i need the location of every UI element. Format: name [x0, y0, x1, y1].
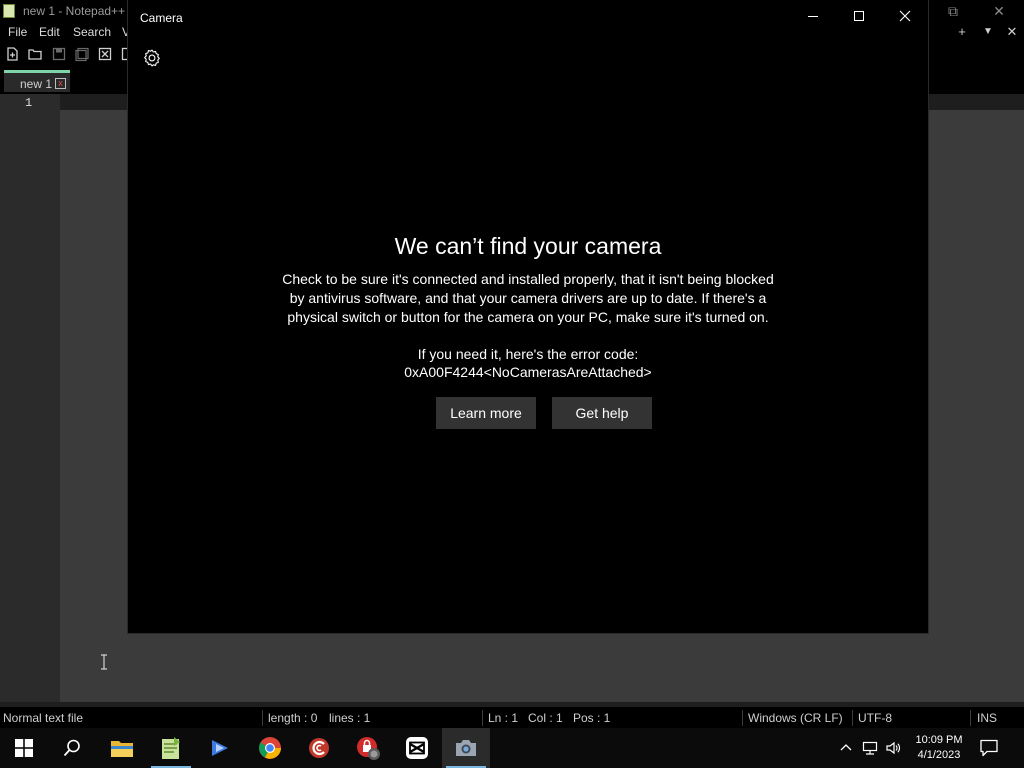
start-button[interactable] [0, 728, 48, 768]
notepad-plus-plus-button[interactable] [147, 728, 195, 768]
show-hidden-icons-chevron-up-icon[interactable] [838, 740, 854, 756]
search-icon [63, 739, 80, 757]
tab-label: new 1 [20, 77, 53, 91]
status-insert-mode: INS [977, 711, 998, 725]
status-divider [482, 710, 483, 726]
error-code-label: If you need it, here's the error code: [417, 346, 639, 362]
menu-edit[interactable]: Edit [39, 25, 60, 39]
chrome-button[interactable] [246, 728, 294, 768]
status-encoding: UTF-8 [858, 711, 892, 725]
error-code: 0xA00F4244<NoCamerasAreAttached> [404, 364, 652, 380]
camera-error-body: Check to be sure it's connected and inst… [282, 271, 774, 325]
menu-search[interactable]: Search [73, 25, 111, 39]
status-eol: Windows (CR LF) [748, 711, 843, 725]
camera-window: Camera We can’t find your camera Check t… [128, 0, 928, 633]
camera-error-message: We can’t find your camera Check to be su… [128, 230, 928, 381]
status-ln: Ln : 1 [488, 711, 519, 725]
status-pos: Pos : 1 [573, 711, 611, 725]
learn-more-button[interactable]: Learn more [436, 397, 536, 429]
status-col: Col : 1 [528, 711, 563, 725]
security-app-button[interactable] [344, 728, 392, 768]
video-editor-icon [212, 740, 228, 756]
clock-date[interactable]: 4/1/2023 [907, 748, 971, 763]
status-divider [970, 710, 971, 726]
tab-new-1[interactable]: new 1 x [4, 70, 70, 92]
camera-action-buttons: Learn more Get help [436, 397, 652, 429]
status-file-type: Normal text file [3, 711, 84, 725]
open-file-icon[interactable] [27, 46, 43, 62]
save-icon[interactable] [51, 46, 67, 62]
close-icon[interactable]: ✕ [990, 2, 1008, 20]
notepad-statusbar: Normal text file length : 0 lines : 1 Ln… [0, 706, 1024, 728]
tab-list-dropdown-icon[interactable]: ▼ [980, 24, 996, 40]
notepad-title: new 1 - Notepad++ [23, 4, 126, 18]
chrome-icon [259, 737, 281, 759]
file-explorer-button[interactable] [98, 728, 146, 768]
clock-time[interactable]: 10:09 PM [907, 733, 971, 748]
add-tab-icon[interactable]: + [954, 24, 970, 40]
text-cursor-icon [100, 654, 108, 670]
new-file-icon[interactable] [4, 46, 20, 62]
video-editor-button[interactable] [196, 728, 244, 768]
notepad-app-icon [3, 4, 15, 18]
capcut-icon [406, 737, 428, 759]
status-divider [262, 710, 263, 726]
notepad-plus-plus-icon [162, 737, 180, 759]
security-app-icon [357, 737, 380, 760]
windows-logo-icon [15, 739, 33, 757]
capcut-button[interactable] [393, 728, 441, 768]
tab-close-icon[interactable]: x [55, 78, 66, 89]
line-number: 1 [25, 96, 33, 110]
save-all-icon[interactable] [74, 46, 90, 62]
restore-icon[interactable]: ⧉ [944, 2, 962, 20]
get-help-button[interactable]: Get help [552, 397, 652, 429]
close-document-icon[interactable]: ✕ [1004, 24, 1020, 40]
network-icon[interactable] [862, 740, 878, 756]
ccleaner-button[interactable] [295, 728, 343, 768]
minimize-icon[interactable] [790, 0, 836, 32]
notification-center-icon[interactable] [978, 738, 1000, 758]
taskbar: 10:09 PM 4/1/2023 [0, 728, 1024, 768]
search-button[interactable] [48, 728, 96, 768]
status-length: length : 0 [268, 711, 318, 725]
ccleaner-icon [309, 738, 329, 758]
folder-icon [111, 741, 133, 757]
close-icon[interactable] [882, 0, 928, 32]
status-divider [742, 710, 743, 726]
camera-icon [456, 740, 476, 756]
menu-file[interactable]: File [8, 25, 27, 39]
maximize-icon[interactable] [836, 0, 882, 32]
close-file-icon[interactable] [97, 46, 113, 62]
camera-error-heading: We can’t find your camera [394, 233, 662, 259]
status-divider [852, 710, 853, 726]
status-lines: lines : 1 [329, 711, 371, 725]
camera-title: Camera [140, 11, 183, 25]
gear-icon[interactable] [142, 48, 162, 68]
volume-icon[interactable] [885, 740, 901, 756]
line-number-gutter: 1 [0, 94, 60, 702]
camera-button[interactable] [442, 728, 490, 768]
